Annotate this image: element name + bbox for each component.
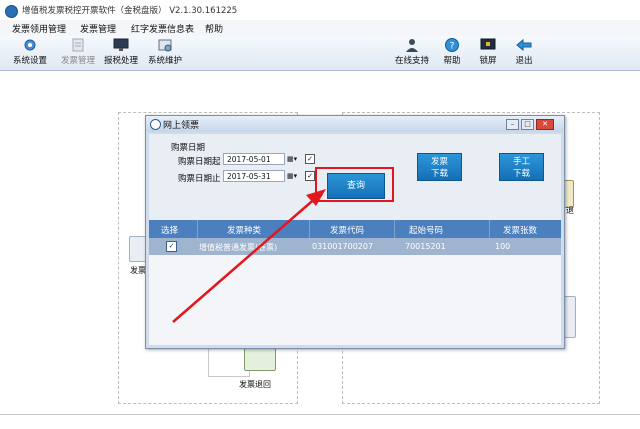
system-maintenance-button[interactable]: 系统维护 xyxy=(142,38,188,68)
col-select[interactable]: 选择 xyxy=(161,224,178,236)
support-person-icon xyxy=(406,39,418,52)
highlight-box xyxy=(315,167,394,202)
right-flow-label: 退 xyxy=(566,206,574,215)
tax-report-button[interactable]: 报税处理 xyxy=(100,38,142,68)
toolbar: 系统设置 发票管理 报税处理 系统维护 在线支持 ? 帮助 锁屏 退出 xyxy=(0,36,640,71)
menu-bar: 发票领用管理 发票管理 红字发票信息表 帮助 xyxy=(0,20,640,36)
calendar-dropdown-icon[interactable]: ▦▾ xyxy=(287,170,303,182)
row-select-checkbox[interactable]: ✓ xyxy=(166,241,177,252)
title-bar: 增值税发票税控开票软件（金税盘版） V2.1.30.161225 xyxy=(0,0,640,20)
invoice-return-label: 发票退回 xyxy=(239,380,271,389)
help-label: 帮助 xyxy=(443,56,461,66)
minimize-icon[interactable]: – xyxy=(506,119,519,130)
lock-screen-icon xyxy=(480,38,496,50)
svg-text:?: ? xyxy=(450,42,455,52)
invoice-icon xyxy=(72,38,84,52)
start-date-label: 购票日期起 xyxy=(178,157,221,167)
lock-screen-label: 锁屏 xyxy=(479,56,497,66)
maintenance-icon xyxy=(158,39,172,52)
online-support-button[interactable]: 在线支持 xyxy=(392,38,432,68)
col-invoice-type[interactable]: 发票种类 xyxy=(227,224,261,236)
calendar-dropdown-icon[interactable]: ▦▾ xyxy=(287,153,303,165)
manual-download-line1: 手工 xyxy=(512,157,530,167)
col-start-number[interactable]: 起始号码 xyxy=(409,224,443,236)
system-settings-button[interactable]: 系统设置 xyxy=(8,38,52,68)
online-support-label: 在线支持 xyxy=(394,56,429,66)
invoice-manage-button[interactable]: 发票管理 xyxy=(56,38,100,68)
col-invoice-code[interactable]: 发票代码 xyxy=(330,224,364,236)
table-empty-area xyxy=(149,255,561,345)
online-invoice-dialog: 网上领票 – □ ✕ 购票日期 购票日期起 2017-05-01 ▦▾ ✓ 购票… xyxy=(145,115,565,349)
app-title: 增值税发票税控开票软件（金税盘版） V2.1.30.161225 xyxy=(22,6,238,16)
maximize-icon[interactable]: □ xyxy=(521,119,534,130)
cell-invoice-type: 增值税普通发票(卷票) xyxy=(199,243,278,252)
exit-label: 退出 xyxy=(515,56,533,66)
column-divider xyxy=(197,220,198,238)
system-maintenance-label: 系统维护 xyxy=(147,56,182,66)
download-invoice-button[interactable]: 发票 下载 xyxy=(417,153,462,181)
date-group-label: 购票日期 xyxy=(171,143,206,153)
lock-screen-button[interactable]: 锁屏 xyxy=(474,38,502,68)
exit-arrow-icon xyxy=(516,38,532,52)
column-divider xyxy=(394,220,395,238)
close-icon[interactable]: ✕ xyxy=(536,119,554,130)
end-date-input[interactable]: 2017-05-31 xyxy=(223,170,285,182)
help-button[interactable]: ? 帮助 xyxy=(438,38,466,68)
exit-button[interactable]: 退出 xyxy=(510,38,538,68)
end-date-checkbox[interactable]: ✓ xyxy=(305,171,315,181)
table-row[interactable]: ✓ 增值税普通发票(卷票) 031001700207 70015201 100 xyxy=(149,238,561,255)
system-settings-label: 系统设置 xyxy=(12,56,47,66)
help-icon: ? xyxy=(445,38,459,52)
col-invoice-count[interactable]: 发票张数 xyxy=(503,224,537,236)
status-divider xyxy=(0,414,640,415)
gear-icon xyxy=(24,39,36,51)
menu-invoice-issue[interactable]: 发票领用管理 xyxy=(12,22,66,35)
dialog-title: 网上领票 xyxy=(163,121,200,131)
dialog-title-bar: 网上领票 – □ ✕ xyxy=(146,116,564,132)
menu-help[interactable]: 帮助 xyxy=(205,22,223,35)
cell-invoice-code: 031001700207 xyxy=(312,242,374,251)
invoice-flow-label: 发票 xyxy=(130,266,146,275)
menu-red-invoice[interactable]: 红字发票信息表 xyxy=(131,22,194,35)
end-date-label: 购票日期止 xyxy=(178,174,221,184)
dialog-app-icon xyxy=(150,119,161,130)
manual-download-line2: 下载 xyxy=(512,169,530,179)
cell-invoice-count: 100 xyxy=(495,242,511,251)
column-divider xyxy=(489,220,490,238)
monitor-icon xyxy=(113,38,129,51)
menu-invoice-manage[interactable]: 发票管理 xyxy=(80,22,116,35)
manual-download-button[interactable]: 手工 下载 xyxy=(499,153,544,181)
start-date-input[interactable]: 2017-05-01 xyxy=(223,153,285,165)
table-header: 选择 发票种类 发票代码 起始号码 发票张数 xyxy=(149,220,561,238)
download-invoice-line1: 发票 xyxy=(430,157,448,167)
invoice-manage-label: 发票管理 xyxy=(60,56,95,66)
app-logo-icon xyxy=(5,5,18,18)
dialog-body: 购票日期 购票日期起 2017-05-01 ▦▾ ✓ 购票日期止 2017-05… xyxy=(149,134,561,345)
tax-report-label: 报税处理 xyxy=(103,56,138,66)
start-date-checkbox[interactable]: ✓ xyxy=(305,154,315,164)
column-divider xyxy=(309,220,310,238)
download-invoice-line2: 下载 xyxy=(430,169,448,179)
cell-start-number: 70015201 xyxy=(405,242,446,251)
